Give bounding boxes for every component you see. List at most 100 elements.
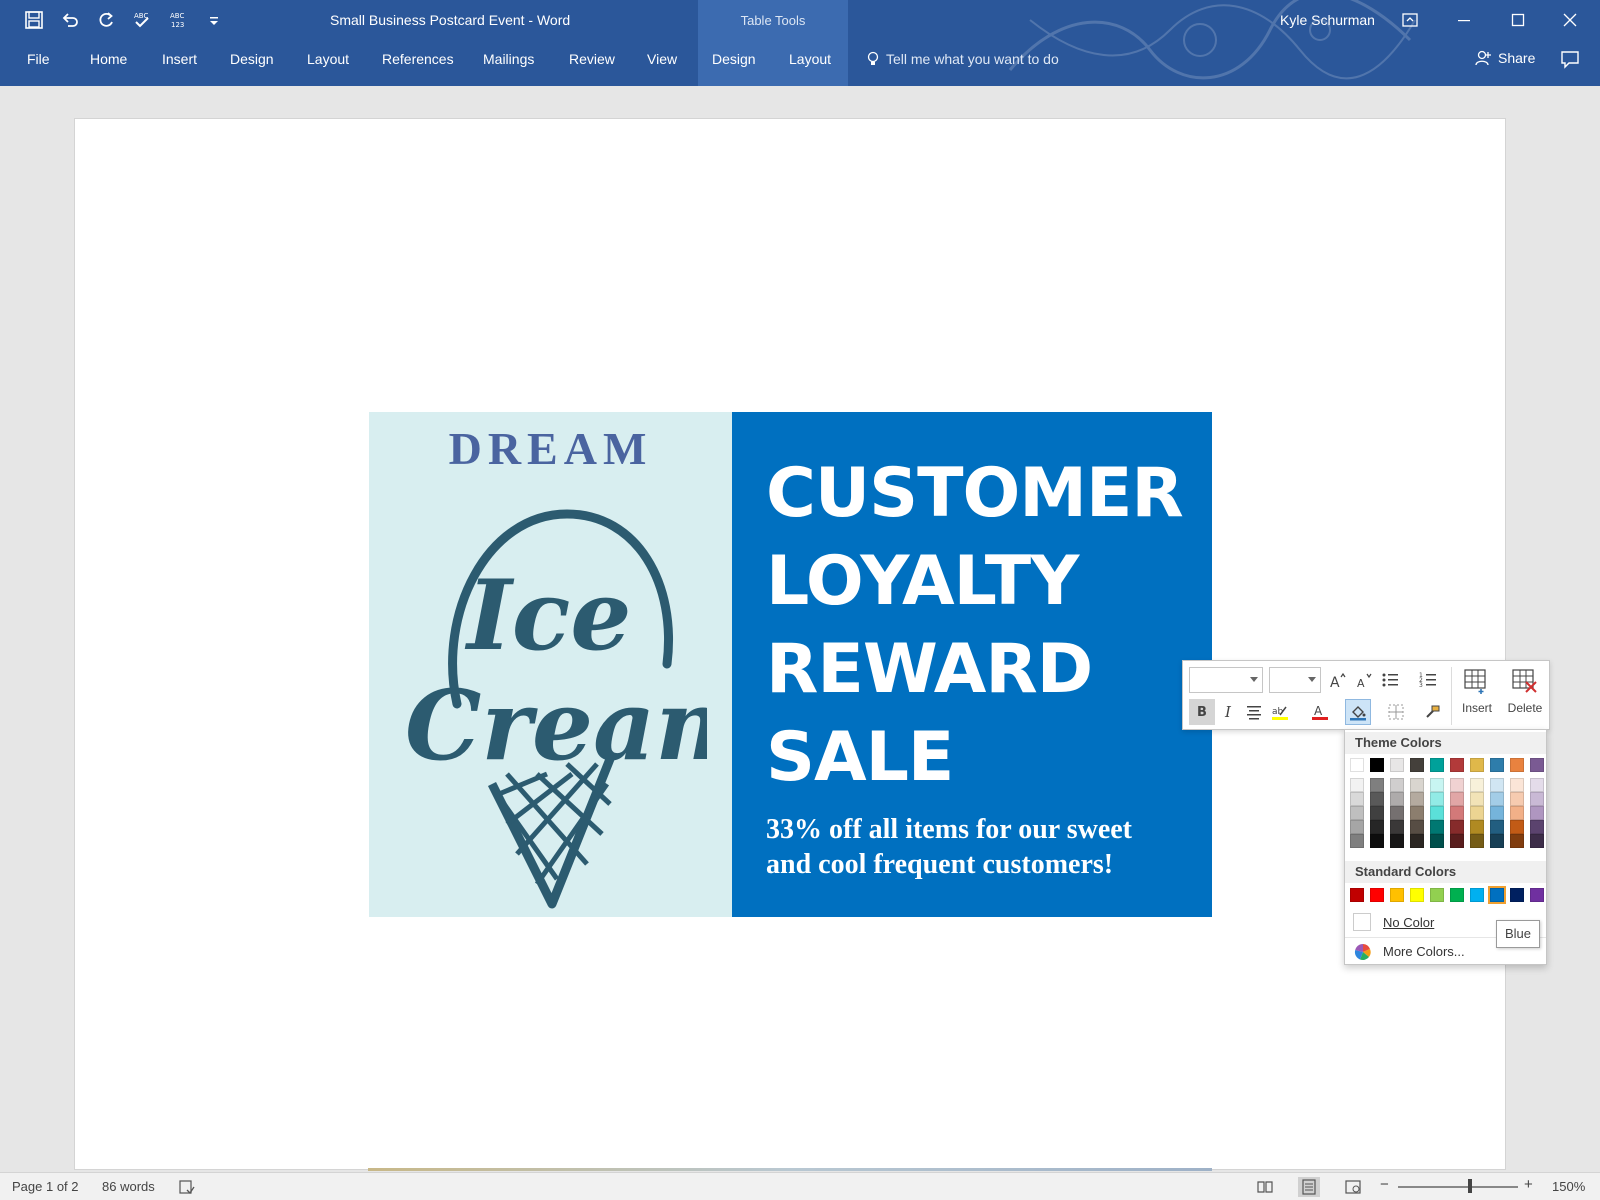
proofing-status-button[interactable]	[176, 1177, 198, 1197]
theme-shade-swatch[interactable]	[1430, 792, 1444, 806]
read-mode-button[interactable]	[1254, 1177, 1276, 1197]
theme-shade-swatch[interactable]	[1450, 778, 1464, 792]
theme-shade-swatch[interactable]	[1390, 778, 1404, 792]
theme-shade-swatch[interactable]	[1390, 806, 1404, 820]
grow-font-button[interactable]: A	[1325, 667, 1351, 693]
theme-color-swatch[interactable]	[1530, 758, 1544, 772]
theme-shade-swatch[interactable]	[1430, 778, 1444, 792]
theme-shade-swatch[interactable]	[1410, 820, 1424, 834]
theme-shade-swatch[interactable]	[1350, 792, 1364, 806]
italic-button[interactable]: I	[1215, 699, 1241, 725]
theme-shade-swatch[interactable]	[1370, 834, 1384, 848]
customize-icon[interactable]	[202, 8, 226, 32]
standard-color-swatch[interactable]	[1350, 888, 1364, 902]
theme-shade-swatch[interactable]	[1490, 820, 1504, 834]
borders-button[interactable]	[1383, 699, 1409, 725]
theme-shade-swatch[interactable]	[1430, 820, 1444, 834]
theme-shade-swatch[interactable]	[1370, 806, 1384, 820]
theme-shade-swatch[interactable]	[1370, 778, 1384, 792]
theme-shade-swatch[interactable]	[1490, 792, 1504, 806]
theme-shade-swatch[interactable]	[1530, 834, 1544, 848]
theme-shade-swatch[interactable]	[1470, 778, 1484, 792]
tab-references[interactable]: References	[382, 51, 454, 67]
delete-table-button[interactable]: Delete	[1503, 665, 1547, 727]
theme-shade-swatch[interactable]	[1370, 792, 1384, 806]
theme-shade-swatch[interactable]	[1450, 834, 1464, 848]
theme-shade-swatch[interactable]	[1530, 778, 1544, 792]
theme-color-swatch[interactable]	[1390, 758, 1404, 772]
postcard-logo-cell[interactable]: DREAM Ice Cream	[369, 412, 732, 917]
theme-shade-swatch[interactable]	[1410, 792, 1424, 806]
theme-color-swatch[interactable]	[1470, 758, 1484, 772]
tab-view[interactable]: View	[647, 51, 677, 67]
theme-color-swatch[interactable]	[1410, 758, 1424, 772]
font-size-combo[interactable]	[1269, 667, 1321, 693]
tab-table-design[interactable]: Design	[712, 51, 756, 67]
theme-shade-swatch[interactable]	[1530, 806, 1544, 820]
standard-color-swatch[interactable]	[1488, 886, 1506, 904]
zoom-slider-thumb[interactable]	[1468, 1179, 1472, 1193]
tab-insert[interactable]: Insert	[162, 51, 197, 67]
standard-color-swatch[interactable]	[1410, 888, 1424, 902]
undo-icon[interactable]	[58, 8, 82, 32]
theme-shade-swatch[interactable]	[1470, 806, 1484, 820]
comments-button[interactable]	[1560, 49, 1580, 74]
theme-shade-swatch[interactable]	[1390, 820, 1404, 834]
theme-shade-swatch[interactable]	[1390, 834, 1404, 848]
insert-table-button[interactable]: Insert	[1455, 665, 1499, 727]
standard-color-swatch[interactable]	[1530, 888, 1544, 902]
tab-mailings[interactable]: Mailings	[483, 51, 534, 67]
theme-shade-swatch[interactable]	[1410, 778, 1424, 792]
theme-color-swatch[interactable]	[1370, 758, 1384, 772]
word-count-icon[interactable]: ABC 123	[166, 8, 190, 32]
bullets-button[interactable]	[1377, 667, 1403, 693]
tab-table-layout[interactable]: Layout	[789, 51, 831, 67]
tab-layout[interactable]: Layout	[307, 51, 349, 67]
close-button[interactable]	[1550, 6, 1590, 34]
standard-color-swatch[interactable]	[1430, 888, 1444, 902]
zoom-in-button[interactable]: +	[1524, 1176, 1533, 1193]
theme-shade-swatch[interactable]	[1430, 806, 1444, 820]
page-count[interactable]: Page 1 of 2	[12, 1179, 79, 1194]
print-layout-button[interactable]	[1298, 1177, 1320, 1197]
standard-color-swatch[interactable]	[1470, 888, 1484, 902]
word-count[interactable]: 86 words	[102, 1179, 155, 1194]
theme-shade-swatch[interactable]	[1510, 806, 1524, 820]
tell-me-search[interactable]: Tell me what you want to do	[866, 51, 1059, 67]
redo-icon[interactable]	[94, 8, 118, 32]
theme-color-swatch[interactable]	[1350, 758, 1364, 772]
theme-shade-swatch[interactable]	[1490, 778, 1504, 792]
theme-shade-swatch[interactable]	[1430, 834, 1444, 848]
tab-review[interactable]: Review	[569, 51, 615, 67]
shrink-font-button[interactable]: A	[1351, 667, 1377, 693]
spelling-icon[interactable]: ABC	[130, 8, 154, 32]
font-name-combo[interactable]	[1189, 667, 1263, 693]
theme-shade-swatch[interactable]	[1510, 778, 1524, 792]
theme-shade-swatch[interactable]	[1530, 792, 1544, 806]
theme-shade-swatch[interactable]	[1470, 834, 1484, 848]
format-painter-button[interactable]	[1419, 699, 1445, 725]
theme-shade-swatch[interactable]	[1490, 806, 1504, 820]
theme-shade-swatch[interactable]	[1350, 834, 1364, 848]
maximize-button[interactable]	[1498, 6, 1538, 34]
theme-shade-swatch[interactable]	[1510, 834, 1524, 848]
theme-shade-swatch[interactable]	[1470, 792, 1484, 806]
theme-shade-swatch[interactable]	[1490, 834, 1504, 848]
theme-shade-swatch[interactable]	[1410, 806, 1424, 820]
web-layout-button[interactable]	[1342, 1177, 1364, 1197]
zoom-out-button[interactable]: −	[1380, 1176, 1389, 1193]
highlight-color-button[interactable]: ab	[1267, 699, 1293, 725]
theme-shade-swatch[interactable]	[1510, 792, 1524, 806]
theme-shade-swatch[interactable]	[1350, 820, 1364, 834]
theme-color-swatch[interactable]	[1450, 758, 1464, 772]
save-icon[interactable]	[22, 8, 46, 32]
theme-shade-swatch[interactable]	[1370, 820, 1384, 834]
theme-shade-swatch[interactable]	[1450, 806, 1464, 820]
numbering-button[interactable]: 123	[1415, 667, 1441, 693]
theme-color-swatch[interactable]	[1510, 758, 1524, 772]
theme-shade-swatch[interactable]	[1510, 820, 1524, 834]
zoom-level[interactable]: 150%	[1552, 1179, 1585, 1194]
theme-shade-swatch[interactable]	[1350, 806, 1364, 820]
standard-color-swatch[interactable]	[1390, 888, 1404, 902]
tab-design[interactable]: Design	[230, 51, 274, 67]
